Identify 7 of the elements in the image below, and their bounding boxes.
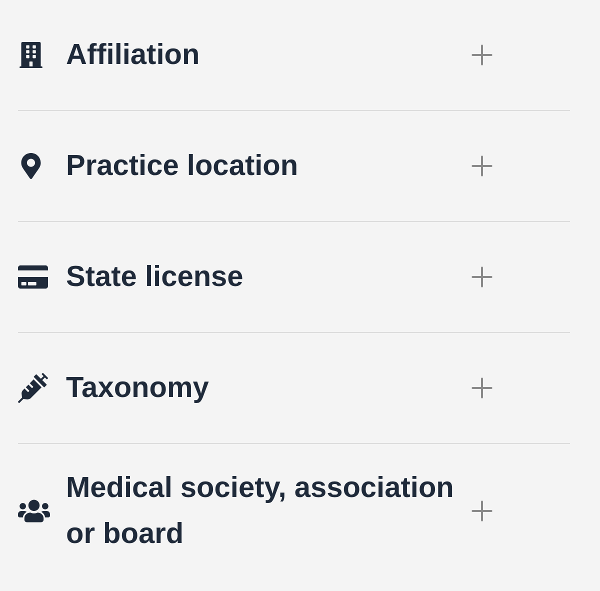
syringe-icon: [18, 373, 48, 403]
section-title: Medical society, association or board: [66, 471, 455, 552]
building-icon: [18, 42, 44, 68]
section-title: Taxonomy: [66, 371, 210, 406]
section-title: State license: [66, 260, 244, 295]
section-title: Affiliation: [66, 38, 201, 73]
section-title: Practice location: [66, 149, 300, 184]
